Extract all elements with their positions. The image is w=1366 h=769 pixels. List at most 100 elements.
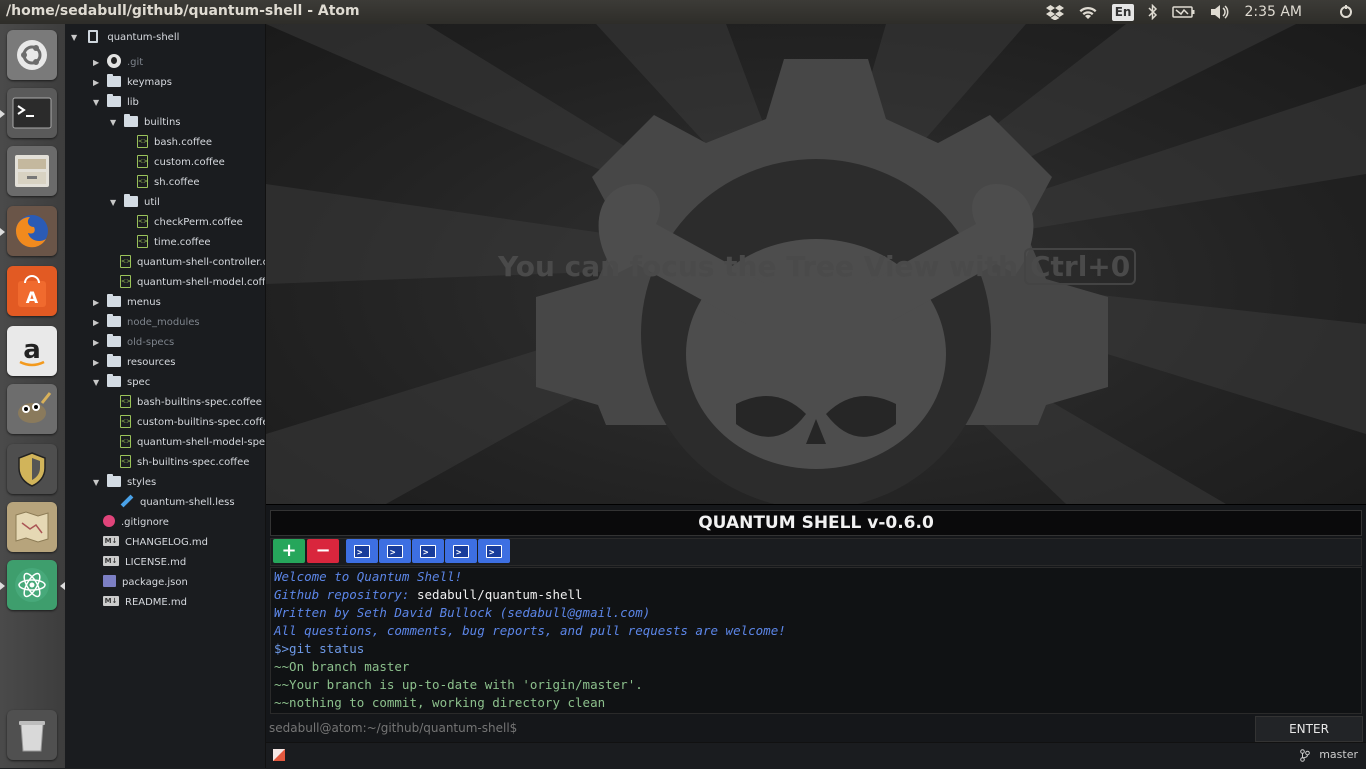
- terminal-tab-1[interactable]: [346, 539, 378, 565]
- markdown-file-icon: M↓: [103, 556, 119, 566]
- tree-item-label: keymaps: [127, 77, 172, 88]
- tree-item[interactable]: <> quantum-shell-model-spec.coffee: [110, 433, 266, 453]
- wifi-icon[interactable]: [1078, 0, 1098, 24]
- tree-item-label: resources: [127, 357, 176, 368]
- tree-item[interactable]: ▼ lib: [93, 93, 139, 113]
- github-icon: [107, 54, 121, 68]
- quantum-shell-panel: QUANTUM SHELL v-0.6.0 + − Welcome to Qua…: [266, 504, 1366, 743]
- output-repo: sedabull/quantum-shell: [417, 587, 583, 602]
- terminal-tab-2[interactable]: [379, 539, 411, 565]
- tree-item[interactable]: <> quantum-shell-controller.coffee: [110, 253, 265, 273]
- output-result: ~~Your branch is up-to-date with 'origin…: [274, 677, 643, 692]
- dropbox-icon[interactable]: [1045, 0, 1064, 24]
- tree-item-label: sh-builtins-spec.coffee: [137, 457, 250, 468]
- folder-icon: [107, 373, 121, 387]
- folder-icon: [107, 333, 121, 347]
- tree-item[interactable]: <> checkPerm.coffee: [127, 213, 243, 233]
- tree-item[interactable]: ▼ styles: [93, 473, 156, 493]
- terminal-icon[interactable]: [7, 88, 57, 138]
- tree-item[interactable]: ▶ node_modules: [93, 313, 200, 333]
- tree-item[interactable]: <> custom.coffee: [127, 153, 225, 173]
- gimp-icon[interactable]: [7, 384, 57, 434]
- tree-item[interactable]: ▼ spec: [93, 373, 150, 393]
- map-icon[interactable]: [7, 502, 57, 552]
- tree-item-label: package.json: [122, 577, 188, 588]
- remove-terminal-button[interactable]: −: [307, 539, 339, 563]
- terminal-icon: [486, 541, 502, 565]
- tree-item[interactable]: <> sh.coffee: [127, 173, 200, 193]
- coffee-file-icon: <>: [120, 414, 131, 428]
- running-indicator: [0, 110, 5, 118]
- tree-item-label: quantum-shell-model.coffee: [137, 277, 266, 288]
- keyboard-language-indicator[interactable]: En: [1111, 3, 1135, 21]
- amazon-icon[interactable]: a: [7, 326, 57, 376]
- volume-icon[interactable]: [1210, 0, 1230, 24]
- tree-item-label: checkPerm.coffee: [154, 217, 243, 228]
- tree-item-label: time.coffee: [154, 237, 211, 248]
- tree-item[interactable]: M↓ README.md: [93, 593, 187, 613]
- coffee-file-icon: <>: [120, 254, 131, 268]
- tree-item[interactable]: <> bash.coffee: [127, 133, 212, 153]
- tree-item-label: styles: [127, 477, 157, 488]
- tree-item[interactable]: <> quantum-shell-model.coffee: [110, 273, 266, 293]
- ubuntu-dash-icon[interactable]: [7, 30, 57, 80]
- git-branch[interactable]: master: [1299, 748, 1358, 762]
- quantum-shell-toolbar: + −: [270, 538, 1362, 566]
- files-icon[interactable]: [7, 146, 57, 196]
- coffee-file-icon: <>: [120, 394, 131, 408]
- terminal-tab-5[interactable]: [478, 539, 510, 565]
- running-indicator: [0, 228, 5, 236]
- tree-item[interactable]: .gitignore: [93, 513, 169, 533]
- tree-item-label: lib: [127, 97, 139, 108]
- tree-item-label: menus: [127, 297, 161, 308]
- tree-item[interactable]: ▶ .git: [93, 53, 143, 73]
- quantum-shell-output[interactable]: Welcome to Quantum Shell! Github reposit…: [270, 567, 1362, 714]
- clock[interactable]: 2:35 AM: [1244, 4, 1302, 20]
- tree-root-label: quantum-shell: [107, 32, 180, 43]
- tree-item[interactable]: ▶ keymaps: [93, 73, 172, 93]
- folder-icon: [124, 193, 138, 207]
- tree-item[interactable]: <> time.coffee: [127, 233, 211, 253]
- folder-icon: [107, 313, 121, 327]
- add-terminal-button[interactable]: +: [273, 539, 305, 563]
- tree-item-label: bash.coffee: [154, 137, 213, 148]
- status-indicator-icon[interactable]: [273, 749, 285, 761]
- command-input[interactable]: [268, 716, 1253, 740]
- tree-item-label: custom.coffee: [154, 157, 225, 168]
- firefox-icon[interactable]: [7, 206, 57, 256]
- tree-item[interactable]: package.json: [93, 573, 188, 593]
- tree-item[interactable]: ▶ resources: [93, 353, 175, 373]
- tree-item[interactable]: ▶ menus: [93, 293, 161, 313]
- tree-item[interactable]: <> custom-builtins-spec.coffee: [110, 413, 265, 433]
- battery-icon[interactable]: [1172, 0, 1196, 24]
- tree-item[interactable]: ▼ util: [110, 193, 160, 213]
- output-result: ~~nothing to commit, working directory c…: [274, 695, 606, 710]
- git-branch-icon: [1299, 748, 1310, 762]
- tree-item[interactable]: ▼ builtins: [110, 113, 181, 133]
- svg-text:A: A: [26, 288, 39, 307]
- chevron-right-icon: ▶: [93, 78, 100, 87]
- tree-item[interactable]: <> sh-builtins-spec.coffee: [110, 453, 249, 473]
- shield-icon[interactable]: [7, 444, 57, 494]
- tree-item-label: util: [144, 197, 160, 208]
- bluetooth-icon[interactable]: [1148, 0, 1158, 24]
- software-center-icon[interactable]: A: [7, 266, 57, 316]
- tree-item[interactable]: quantum-shell.less: [110, 493, 235, 513]
- chevron-down-icon: ▼: [71, 33, 78, 42]
- folder-icon: [107, 293, 121, 307]
- tree-item[interactable]: ▶ old-specs: [93, 333, 174, 353]
- terminal-tab-3[interactable]: [412, 539, 444, 565]
- editor-pane[interactable]: You can focus the Tree View with Ctrl+0: [266, 24, 1366, 504]
- tree-item[interactable]: <> bash-builtins-spec.coffee: [110, 393, 262, 413]
- tree-item[interactable]: M↓ CHANGELOG.md: [93, 533, 208, 553]
- enter-button[interactable]: ENTER: [1255, 716, 1363, 742]
- tree-view: ▼ quantum-shell ▶ .git ▶ keymaps ▼ lib ▼ builti…: [65, 24, 266, 768]
- tree-item[interactable]: M↓ LICENSE.md: [93, 553, 186, 573]
- power-gear-icon[interactable]: [1338, 0, 1354, 24]
- tree-root[interactable]: ▼ quantum-shell: [71, 28, 179, 48]
- atom-icon[interactable]: [7, 560, 57, 610]
- trash-icon[interactable]: [7, 710, 57, 760]
- terminal-tab-4[interactable]: [445, 539, 477, 565]
- chevron-down-icon: ▼: [93, 378, 100, 387]
- tree-item-label: quantum-shell-model-spec.coffee: [137, 437, 266, 448]
